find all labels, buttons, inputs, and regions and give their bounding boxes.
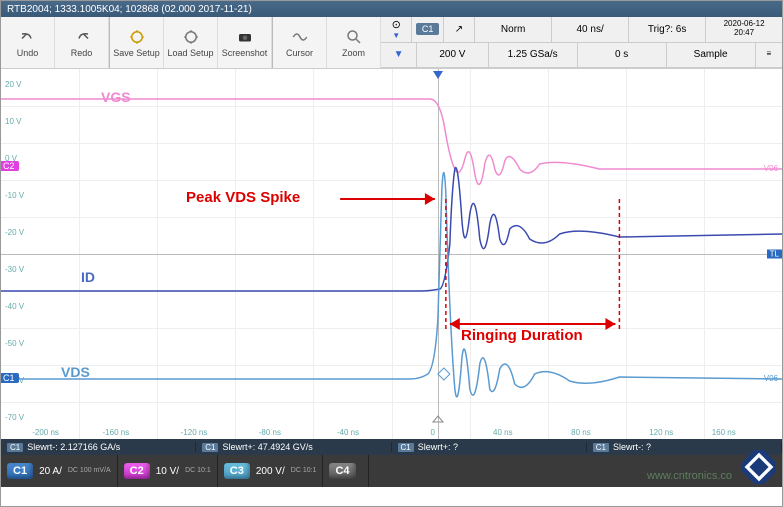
save-setup-button[interactable]: Save Setup bbox=[110, 17, 164, 68]
menu-icon[interactable]: ≡ bbox=[755, 43, 782, 68]
x-tick: -40 ns bbox=[337, 428, 359, 437]
cursor-label: Cursor bbox=[286, 48, 313, 58]
channel-3[interactable]: C3 200 V/ DC 10:1 bbox=[218, 455, 324, 487]
c2-badge: C2 bbox=[124, 463, 150, 479]
peak-annotation: Peak VDS Spike bbox=[186, 189, 300, 206]
trigger-status: Trig?: 6s bbox=[628, 17, 705, 42]
measure-2[interactable]: C1 Slewrt+: 47.4924 GV/s bbox=[196, 442, 391, 452]
undo-label: Undo bbox=[17, 48, 39, 58]
channel-2[interactable]: C2 10 V/ DC 10:1 bbox=[118, 455, 218, 487]
trigger-bottom-marker[interactable] bbox=[431, 414, 445, 427]
trigger-offset-button[interactable]: ⊙ ▼ bbox=[381, 17, 411, 42]
measurement-bar: C1 Slewrt-: 2.127166 GA/s C1 Slewrt+: 47… bbox=[1, 439, 782, 455]
top-row: Undo Redo Save Setup Load Setup Screensh… bbox=[1, 17, 782, 69]
zoom-label: Zoom bbox=[342, 48, 365, 58]
sample-rate[interactable]: 1.25 GSa/s bbox=[488, 43, 577, 68]
trigger-level-marker[interactable]: ▼ bbox=[381, 43, 416, 68]
c4-badge: C4 bbox=[329, 463, 355, 479]
channel-1[interactable]: C1 20 A/ DC 100 mV/A bbox=[1, 455, 118, 487]
id-label: ID bbox=[81, 269, 95, 285]
measure-3[interactable]: C1 Slewrt+: ? bbox=[392, 442, 587, 452]
x-tick: -120 ns bbox=[181, 428, 208, 437]
timestamp: 2020-06-12 20:47 bbox=[705, 17, 782, 42]
trigger-panel: ⊙ ▼ C1 ↗ Norm 40 ns/ Trig?: 6s 2020-06-1… bbox=[381, 17, 782, 68]
x-tick: 120 ns bbox=[649, 428, 673, 437]
x-tick: -160 ns bbox=[103, 428, 130, 437]
redo-label: Redo bbox=[71, 48, 93, 58]
v06-bot: V06 bbox=[764, 374, 778, 383]
timebase[interactable]: 40 ns/ bbox=[551, 17, 628, 42]
x-tick: 40 ns bbox=[493, 428, 513, 437]
vds-label: VDS bbox=[61, 364, 90, 380]
load-setup-button[interactable]: Load Setup bbox=[164, 17, 218, 68]
save-setup-label: Save Setup bbox=[113, 48, 160, 58]
plot-area[interactable]: 20 V 10 V 0 V -10 V -20 V -30 V -40 V -5… bbox=[1, 69, 782, 439]
vgs-label: VGS bbox=[101, 89, 131, 105]
tl-marker: TL bbox=[767, 250, 782, 259]
y-tick: -20 V bbox=[5, 228, 24, 237]
c3-badge: C3 bbox=[224, 463, 250, 479]
x-tick: 80 ns bbox=[571, 428, 591, 437]
cursor-button[interactable]: Cursor bbox=[273, 17, 327, 68]
v06-top: V06 bbox=[764, 164, 778, 173]
c1-marker: C1 bbox=[1, 373, 19, 383]
y-tick: -30 V bbox=[5, 265, 24, 274]
trigger-mode[interactable]: Norm bbox=[474, 17, 551, 42]
screenshot-button[interactable]: Screenshot bbox=[218, 17, 272, 68]
trigger-position-marker[interactable] bbox=[431, 69, 445, 86]
rs-logo-icon bbox=[742, 450, 776, 484]
redo-button[interactable]: Redo bbox=[55, 17, 109, 68]
zoom-button[interactable]: Zoom bbox=[327, 17, 381, 68]
trigger-edge[interactable]: ↗ bbox=[443, 17, 474, 42]
x-tick: 0 bbox=[431, 428, 435, 437]
measure-1[interactable]: C1 Slewrt-: 2.127166 GA/s bbox=[1, 442, 196, 452]
delay[interactable]: 0 s bbox=[577, 43, 666, 68]
load-setup-label: Load Setup bbox=[167, 48, 213, 58]
title-bar: RTB2004; 1333.1005K04; 102868 (02.000 20… bbox=[1, 1, 782, 17]
c2-marker: C2 bbox=[1, 161, 19, 171]
ringing-annotation: Ringing Duration bbox=[461, 327, 583, 344]
y-tick: -70 V bbox=[5, 413, 24, 422]
channel-4[interactable]: C4 bbox=[323, 455, 368, 487]
trigger-vdiv[interactable]: 200 V bbox=[416, 43, 487, 68]
toolbar: Undo Redo Save Setup Load Setup Screensh… bbox=[1, 17, 381, 68]
trigger-source[interactable]: C1 bbox=[411, 17, 442, 42]
screenshot-label: Screenshot bbox=[222, 48, 268, 58]
app-title: RTB2004; 1333.1005K04; 102868 (02.000 20… bbox=[7, 4, 252, 15]
y-tick: 20 V bbox=[5, 80, 21, 89]
c1-badge: C1 bbox=[7, 463, 33, 479]
x-tick: -80 ns bbox=[259, 428, 281, 437]
undo-button[interactable]: Undo bbox=[1, 17, 55, 68]
y-tick: -10 V bbox=[5, 191, 24, 200]
x-tick: 160 ns bbox=[712, 428, 736, 437]
y-tick: 10 V bbox=[5, 117, 21, 126]
acq-mode[interactable]: Sample bbox=[666, 43, 755, 68]
watermark: www.cntronics.co bbox=[647, 470, 732, 482]
y-tick: -50 V bbox=[5, 339, 24, 348]
y-tick: -40 V bbox=[5, 302, 24, 311]
x-tick: -200 ns bbox=[32, 428, 59, 437]
